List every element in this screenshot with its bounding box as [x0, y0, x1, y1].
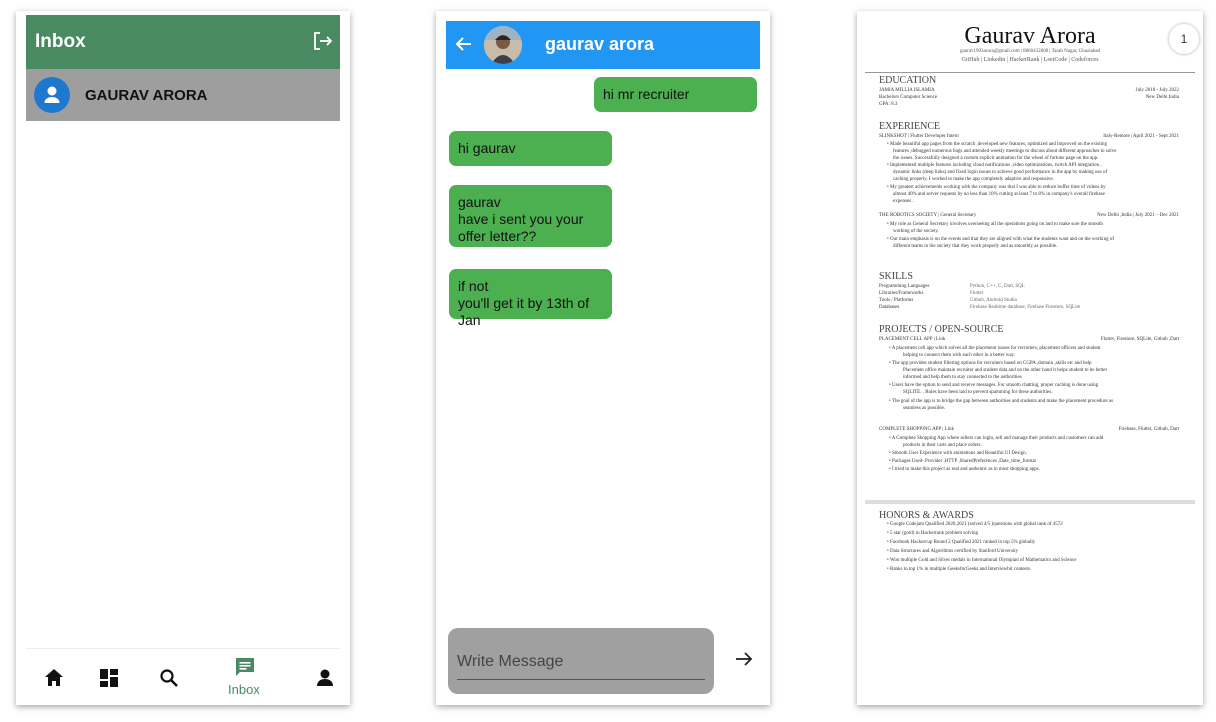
project-title: PLACEMENT CELL APP | Link	[879, 337, 946, 342]
bullet-line: features ,debugged numerous bugs and att…	[893, 149, 1117, 154]
bullet-line: the issues. Successfully designed a cust…	[893, 156, 1099, 161]
nav-label-inbox: Inbox	[228, 682, 260, 697]
bullet-line: • Data Structures and Algorithms certifi…	[887, 549, 1019, 554]
skill-value: Firebase Realtime database, Firebase Fir…	[970, 305, 1081, 310]
home-icon[interactable]	[39, 663, 69, 693]
bullet-line: • My role as General Secretary involves …	[887, 222, 1103, 227]
profile-icon[interactable]	[310, 663, 340, 693]
project-meta: Firebase, Flutter, Github, Dart	[1118, 427, 1179, 432]
skill-label: Tools / Platforms	[879, 298, 914, 303]
bullet-line: • Users have the option to send and rece…	[889, 383, 1099, 388]
page-title: Inbox	[35, 31, 86, 52]
job-title: THE ROBOTICS SOCIETY | General Secretary	[879, 213, 977, 218]
message-bubble: gaurav have i sent you your offer letter…	[449, 185, 612, 247]
skill-value: Python, C++, C, Dart, SQL	[970, 284, 1025, 289]
bullet-line: informed and help them to stay connected…	[903, 375, 1022, 380]
bullet-line: • Smooth User Experience with animations…	[889, 451, 1027, 456]
bullet-line: seamless as possible.	[903, 406, 946, 411]
education-dates: July 2018 - July 2022	[1135, 88, 1179, 93]
job-meta: New Delhi ,India | July 2021 – Dec 2021	[1097, 213, 1179, 218]
page-number-badge: 1	[1169, 24, 1199, 54]
search-icon[interactable]	[154, 663, 184, 693]
contact-photo	[484, 26, 522, 64]
avatar	[34, 77, 70, 113]
dashboard-icon[interactable]	[94, 663, 124, 693]
bullet-line: • Facebook Hackercup Round 2 Qualified 2…	[887, 540, 1036, 545]
chat-screen: gaurav arora hi mr recruiter hi gaurav g…	[436, 11, 770, 705]
bullet-line: • Made beautiful app pages from the scra…	[887, 142, 1108, 147]
education-location: New Delhi India	[1145, 95, 1179, 100]
bullet-line: • A placement cell app which solves all …	[889, 346, 1101, 351]
school: JAMIA MILLIA ISLAMIA	[879, 88, 935, 93]
bullet-line: • Our main emphasis is on the events and…	[887, 237, 1114, 242]
message-input[interactable]	[457, 653, 705, 680]
compose-box	[448, 628, 714, 694]
contact-name: GAURAV ARORA	[85, 87, 208, 104]
skill-value: Github, Android Studio	[970, 298, 1018, 303]
bullet-line: • Implemented multiple features includin…	[887, 163, 1102, 168]
person-icon	[44, 86, 60, 103]
bullet-line: Placement office maintain recruiter and …	[903, 368, 1108, 373]
project-meta: Flutter, Firestore, SQLite, Github ,Dart	[1100, 337, 1179, 342]
bullet-line: • A Complete Shopping App where sellers …	[889, 436, 1104, 441]
experience-heading: EXPERIENCE	[879, 121, 941, 132]
bullet-line: SQLITE. . Rules have been laid to preven…	[903, 390, 1053, 395]
resume-name: Gaurav Arora	[964, 23, 1096, 49]
send-arrow-icon[interactable]	[734, 649, 754, 669]
resume-links: GitHub | Linkedin | HackerRank | LeetCod…	[961, 57, 1099, 63]
education-heading: EDUCATION	[879, 75, 937, 86]
app-bar: Inbox	[26, 15, 340, 69]
contact-name: gaurav arora	[545, 34, 655, 54]
divider	[865, 72, 1195, 73]
bullet-line: • I tried to make this project as real a…	[889, 467, 1040, 472]
bullet-line: • Ranks in top 1% in multiple GeeksforGe…	[887, 567, 1032, 572]
degree: Bachelors Computer Science	[879, 95, 938, 100]
message-bubble: if not you'll get it by 13th of Jan	[449, 269, 612, 328]
bullet-line: • The goal of the app is to bridge the g…	[889, 399, 1114, 404]
logout-icon[interactable]	[310, 29, 334, 53]
skill-value: Flutter	[970, 291, 984, 296]
bullet-line: products in their carts and place orders…	[903, 443, 982, 448]
bullet-line: expenses .	[893, 199, 914, 204]
inbox-screen: Inbox GAURAV ARORA Inbox	[16, 11, 350, 705]
bullet-line: different teams in the society that they…	[893, 244, 1058, 249]
skill-label: Databases	[879, 305, 900, 310]
bullet-line: • 5 star (gold) in Hackerrank problem so…	[887, 531, 979, 536]
bullet-line: working of the society.	[893, 229, 939, 234]
bottom-navigation: Inbox	[26, 648, 340, 703]
honors-heading: HONORS & AWARDS	[879, 510, 974, 521]
skill-label: Programming Languages	[879, 284, 930, 289]
projects-heading: PROJECTS / OPEN-SOURCE	[879, 324, 1004, 335]
bullet-line: • My greatest achievements working with …	[887, 185, 1106, 190]
gpa: GPA: 8.3	[879, 102, 898, 107]
resume-viewer: Gaurav Arora gaurav1903arora@gmail.com |…	[857, 11, 1203, 705]
message-bubble: hi gaurav	[449, 131, 612, 166]
conversation-item[interactable]: GAURAV ARORA	[26, 69, 340, 121]
bullet-line: • The app provides student filtering opt…	[889, 361, 1092, 366]
bullet-line: helping to connect them with each other …	[903, 353, 1015, 358]
nav-item-inbox[interactable]: Inbox	[221, 649, 271, 703]
bullet-line: caching properly. I worked to make the a…	[893, 177, 1054, 182]
bullet-line: • Google Codejam Qualified 2020,2021 (so…	[887, 522, 1063, 527]
contact-avatar[interactable]	[484, 26, 522, 64]
resume-contact: gaurav1903arora@gmail.com | 8860432808 |…	[959, 49, 1101, 54]
skills-heading: SKILLS	[879, 271, 913, 282]
chat-icon	[236, 658, 254, 676]
bullet-line: almost 40% and server requests by no les…	[893, 192, 1105, 197]
message-bubble: hi mr recruiter	[594, 77, 757, 112]
bullet-line: • Won multiple Gold and Silver medals in…	[887, 558, 1077, 563]
bullet-line: • Packages Used- Provider ,HTTP ,SharedP…	[889, 459, 1036, 464]
chat-app-bar: gaurav arora	[446, 21, 760, 69]
job-meta: Italy-Remote | April 2021 - Sept 2021	[1103, 134, 1179, 139]
page-break	[865, 500, 1195, 504]
job-title: SLINKSHOT | Flutter Developer Intern	[879, 134, 959, 139]
bullet-line: dynamic links (deep links) and fixed log…	[893, 170, 1108, 175]
back-arrow-icon[interactable]	[453, 33, 475, 55]
skill-label: Libraries/Frameworks	[879, 291, 924, 296]
project-title: COMPLETE SHOPPING APP | Link	[879, 427, 954, 432]
